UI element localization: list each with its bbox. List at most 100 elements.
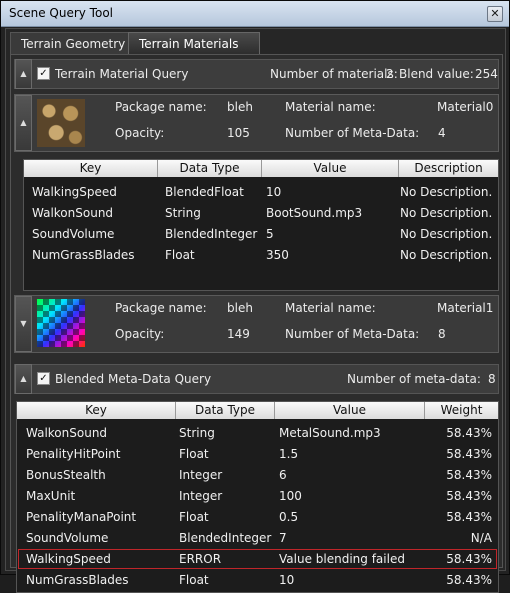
terrain-query-header: ▲ ✓ Terrain Material Query Number of mat…: [14, 59, 499, 89]
cell-description: No Description.: [400, 185, 493, 199]
cell-key: PenalityManaPoint: [26, 510, 137, 524]
rainbow-checker-texture-thumbnail: [37, 299, 85, 347]
cell-type: String: [165, 206, 201, 220]
column-header-key[interactable]: Key: [24, 160, 158, 177]
cell-key: WalkonSound: [32, 206, 114, 220]
chevron-down-icon: ▼: [20, 319, 27, 328]
cell-weight: 58.43%: [446, 552, 492, 566]
meta-count-value: 4: [438, 126, 446, 140]
cell-weight: 58.43%: [446, 489, 492, 503]
cell-value: 0.5: [279, 510, 299, 524]
column-header-data-type[interactable]: Data Type: [158, 160, 262, 177]
opacity-value: 149: [227, 327, 250, 341]
package-name-label: Package name:: [115, 301, 207, 315]
metadata-count-label: Number of meta-data:: [347, 372, 481, 386]
opacity-label: Opacity:: [115, 327, 165, 341]
blended-metadata-table: Key Data Type Value Weight WalkonSound S…: [16, 401, 499, 593]
column-header-weight[interactable]: Weight: [425, 402, 498, 419]
blend-value: 254: [475, 67, 498, 81]
cell-key: WalkonSound: [26, 426, 108, 440]
cell-type: Float: [179, 447, 209, 461]
cell-weight: N/A: [470, 531, 492, 545]
column-header-data-type[interactable]: Data Type: [176, 402, 275, 419]
blended-query-label: Blended Meta-Data Query: [55, 372, 212, 386]
cell-value: 7: [279, 531, 287, 545]
cell-weight: 58.43%: [446, 573, 492, 587]
materials-count-label: Number of materials:: [270, 67, 398, 81]
material-name-label: Material name:: [285, 100, 376, 114]
cell-key: SoundVolume: [32, 227, 115, 241]
cell-value: 1.5: [279, 447, 299, 461]
collapse-material-0-button[interactable]: ▲: [15, 95, 32, 151]
cell-value: 5: [266, 227, 274, 241]
column-header-key[interactable]: Key: [17, 402, 176, 419]
window-title: Scene Query Tool: [9, 6, 113, 20]
collapse-terrain-query-button[interactable]: ▲: [15, 59, 32, 89]
cell-type: BlendedInteger: [165, 227, 258, 241]
cell-type: BlendedFloat: [165, 185, 244, 199]
chevron-up-icon: ▲: [20, 118, 27, 127]
cell-value: Value blending failed: [279, 552, 405, 566]
terrain-query-label: Terrain Material Query: [55, 67, 189, 81]
material-name-value: Material1: [437, 301, 494, 315]
material-panel-1: ▼ Package name: bleh Material name: Mate…: [14, 295, 499, 353]
blended-query-header: ▲ ✓ Blended Meta-Data Query Number of me…: [14, 364, 499, 394]
expand-material-1-button[interactable]: ▼: [15, 296, 32, 352]
cell-type: Integer: [179, 468, 223, 482]
cell-value: 100: [279, 489, 302, 503]
material-name-label: Material name:: [285, 301, 376, 315]
cell-type: String: [179, 426, 215, 440]
column-header-description[interactable]: Description: [399, 160, 498, 177]
cell-type: Float: [179, 573, 209, 587]
close-icon: ✕: [490, 7, 500, 20]
cell-type: Float: [179, 510, 209, 524]
collapse-blended-query-button[interactable]: ▲: [15, 364, 32, 394]
package-name-value: bleh: [227, 301, 253, 315]
close-button[interactable]: ✕: [487, 6, 503, 22]
metadata-count-value: 8: [488, 372, 496, 386]
cell-key: NumGrassBlades: [32, 248, 135, 262]
meta-count-label: Number of Meta-Data:: [285, 327, 420, 341]
scene-query-window: Scene Query Tool ✕ Terrain Geometry Terr…: [0, 0, 510, 593]
meta-count-label: Number of Meta-Data:: [285, 126, 420, 140]
material-panel-0: ▲ Package name: bleh Material name: Mate…: [14, 94, 499, 152]
opacity-label: Opacity:: [115, 126, 165, 140]
cell-key: MaxUnit: [26, 489, 76, 503]
cell-value: BootSound.mp3: [266, 206, 363, 220]
cell-type: ERROR: [179, 552, 222, 566]
cell-value: 10: [279, 573, 295, 587]
meta-count-value: 8: [438, 327, 446, 341]
cell-key: SoundVolume: [26, 531, 109, 545]
cell-key: PenalityHitPoint: [26, 447, 121, 461]
opacity-value: 105: [227, 126, 250, 140]
column-header-value[interactable]: Value: [262, 160, 399, 177]
terrain-materials-panel: ▲ ✓ Terrain Material Query Number of mat…: [10, 54, 503, 593]
cell-value: 10: [266, 185, 282, 199]
cell-type: Float: [165, 248, 195, 262]
cell-weight: 58.43%: [446, 426, 492, 440]
material-name-value: Material0: [437, 100, 494, 114]
blended-query-checkbox[interactable]: ✓: [37, 372, 50, 385]
cell-description: No Description.: [400, 248, 493, 262]
cell-type: BlendedInteger: [179, 531, 272, 545]
cell-value: MetalSound.mp3: [279, 426, 381, 440]
cell-key: BonusStealth: [26, 468, 106, 482]
cobblestone-texture-thumbnail: [37, 99, 85, 147]
package-name-label: Package name:: [115, 100, 207, 114]
cell-weight: 58.43%: [446, 510, 492, 524]
blend-value-label: Blend value:: [399, 67, 474, 81]
materials-count-value: 2: [386, 67, 394, 81]
cell-key: WalkingSpeed: [26, 552, 111, 566]
cell-value: 350: [266, 248, 289, 262]
title-bar: Scene Query Tool ✕: [1, 1, 509, 27]
chevron-up-icon: ▲: [20, 69, 27, 78]
chevron-up-icon: ▲: [20, 374, 27, 383]
tab-terrain-materials[interactable]: Terrain Materials: [128, 32, 260, 55]
cell-description: No Description.: [400, 227, 493, 241]
cell-key: WalkingSpeed: [32, 185, 117, 199]
column-header-value[interactable]: Value: [275, 402, 425, 419]
cell-weight: 58.43%: [446, 447, 492, 461]
terrain-query-checkbox[interactable]: ✓: [37, 67, 50, 80]
cell-value: 6: [279, 468, 287, 482]
tab-terrain-geometry[interactable]: Terrain Geometry: [10, 32, 137, 55]
